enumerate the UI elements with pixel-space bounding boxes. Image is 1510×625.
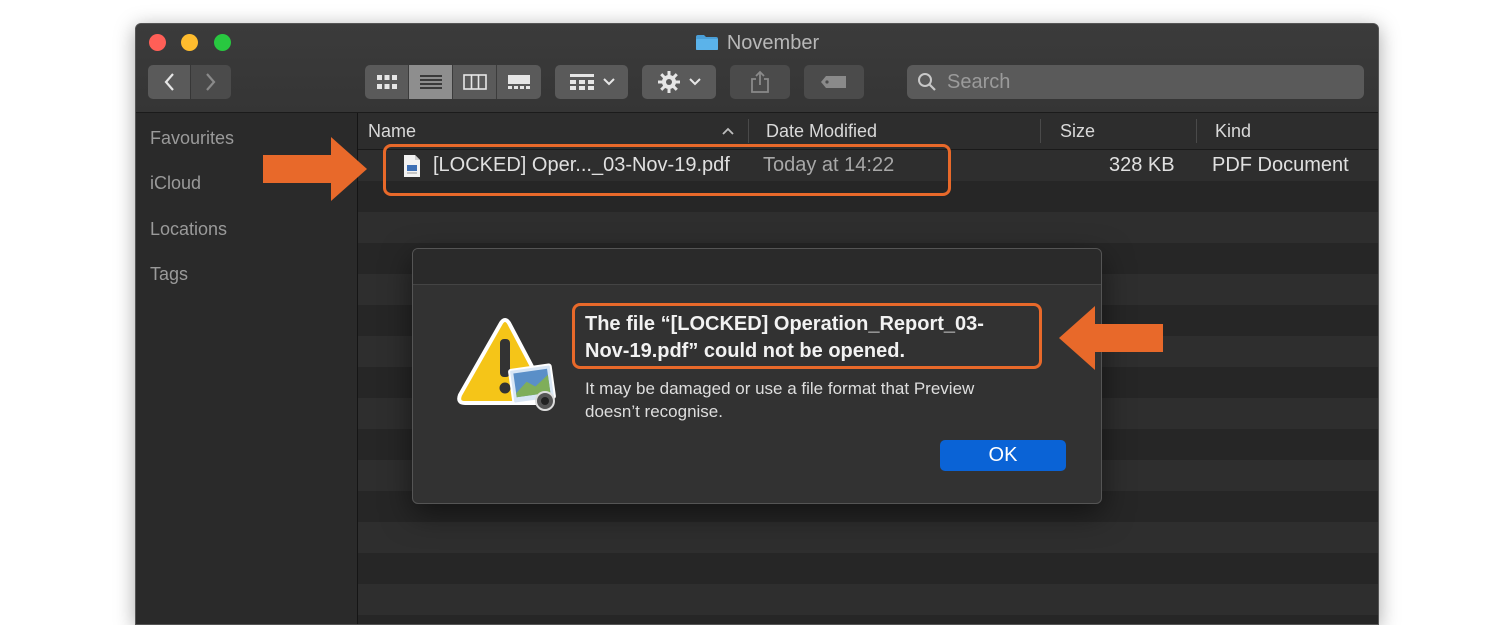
folder-icon: [695, 35, 718, 50]
forward-icon: [206, 73, 216, 91]
empty-row: [358, 553, 1378, 584]
view-gallery-icon: [508, 75, 530, 89]
search-field[interactable]: [907, 65, 1364, 99]
gear-icon: [658, 71, 680, 93]
warning-icon: [457, 318, 556, 411]
share-button[interactable]: [730, 65, 790, 99]
toolbar: November: [136, 24, 1378, 113]
view-list-icon: [419, 75, 442, 89]
group-icon: [569, 74, 594, 90]
back-button[interactable]: [148, 65, 190, 99]
view-gallery-button[interactable]: [497, 65, 541, 99]
search-input[interactable]: [945, 69, 1349, 95]
chevron-down-icon: [689, 78, 701, 86]
dialog-message-line: It may be damaged or use a file format t…: [585, 379, 975, 398]
window-title-label: November: [726, 32, 820, 54]
dialog-message: It may be damaged or use a file format t…: [585, 377, 1055, 423]
empty-row: [358, 212, 1378, 243]
back-icon: [164, 73, 174, 91]
empty-row: [358, 615, 1378, 624]
column-kind[interactable]: Kind: [1215, 121, 1251, 142]
empty-row: [358, 584, 1378, 615]
chevron-down-icon: [602, 78, 615, 86]
column-divider[interactable]: [748, 119, 749, 143]
arrow-right-icon: [263, 137, 367, 201]
group-button[interactable]: [555, 65, 628, 99]
column-date-modified[interactable]: Date Modified: [766, 121, 877, 142]
sidebar-item-icloud[interactable]: iCloud: [150, 173, 201, 194]
sidebar-item-favourites[interactable]: Favourites: [150, 128, 234, 149]
sort-ascending-icon: [722, 127, 734, 135]
share-icon: [751, 70, 769, 93]
view-mode-control: [365, 65, 541, 99]
view-icons-button[interactable]: [365, 65, 409, 99]
tag-button[interactable]: [804, 65, 864, 99]
forward-button[interactable]: [191, 65, 231, 99]
action-button[interactable]: [642, 65, 716, 99]
view-columns-button[interactable]: [453, 65, 497, 99]
view-columns-icon: [462, 74, 487, 90]
arrow-left-icon: [1059, 306, 1163, 370]
window-title: November: [136, 32, 1378, 55]
file-size: 328 KB: [1109, 154, 1175, 176]
empty-row: [358, 522, 1378, 553]
column-size[interactable]: Size: [1060, 121, 1095, 142]
dialog-message-line: doesn’t recognise.: [585, 402, 723, 421]
view-list-button[interactable]: [409, 65, 453, 99]
file-highlight-outline: [383, 144, 951, 196]
dialog-titlebar: [413, 249, 1101, 285]
sidebar-item-tags[interactable]: Tags: [150, 264, 188, 285]
column-divider[interactable]: [1196, 119, 1197, 143]
alert-dialog: The file “[LOCKED] Operation_Report_03- …: [412, 248, 1102, 504]
column-divider[interactable]: [1040, 119, 1041, 143]
view-icons-icon: [376, 75, 397, 89]
column-name[interactable]: Name: [368, 121, 416, 142]
file-kind: PDF Document: [1212, 154, 1349, 176]
tag-icon: [821, 76, 846, 88]
sidebar-item-locations[interactable]: Locations: [150, 219, 227, 240]
dialog-title-highlight-outline: [572, 303, 1042, 369]
search-icon: [918, 73, 936, 91]
ok-button[interactable]: OK: [940, 440, 1066, 471]
